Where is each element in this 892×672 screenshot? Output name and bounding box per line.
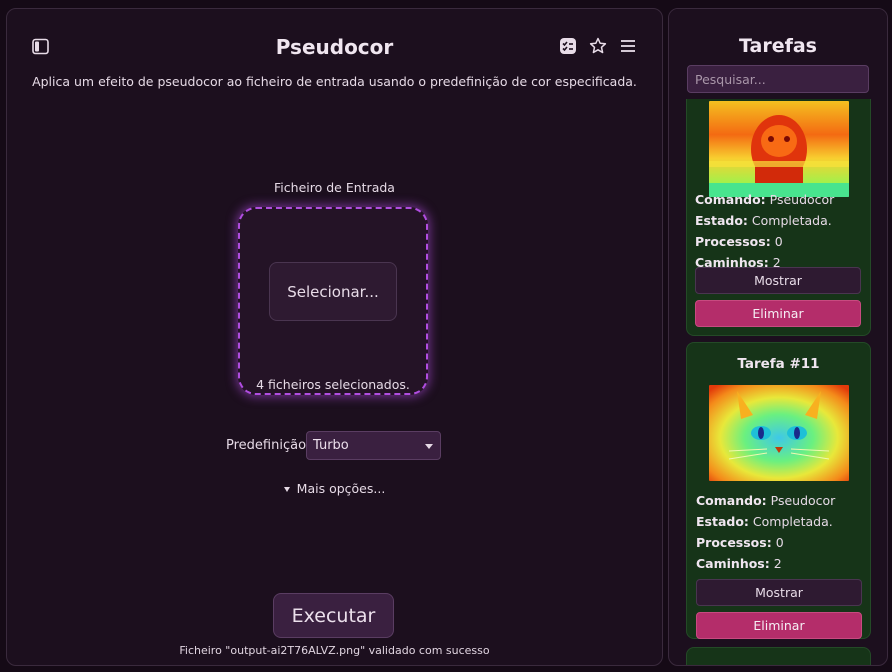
- task-processes: Processos: 0: [696, 535, 784, 550]
- more-options-toggle[interactable]: Mais opções...: [6, 481, 663, 496]
- task-card: [686, 647, 871, 665]
- page-description: Aplica um efeito de pseudocor ao ficheir…: [32, 74, 637, 89]
- run-button[interactable]: Executar: [273, 593, 394, 638]
- sidebar-title-overlay: Tarefas: [739, 35, 817, 57]
- task-processes: Processos: 0: [695, 234, 783, 249]
- preset-select[interactable]: Turbo: [306, 431, 441, 460]
- task-command: Comando: Pseudocor: [696, 493, 836, 508]
- show-task-button[interactable]: Mostrar: [696, 579, 862, 606]
- task-command: Comando: Pseudocor: [695, 192, 835, 207]
- files-selected-text: 4 ficheiros selecionados.: [256, 377, 410, 392]
- input-file-label: Ficheiro de Entrada: [274, 180, 395, 195]
- task-paths: Caminhos: 2: [696, 556, 782, 571]
- menu-button[interactable]: [617, 35, 639, 57]
- delete-task-button[interactable]: Eliminar: [696, 612, 862, 639]
- task-title: Tarefa #11: [737, 356, 820, 372]
- preset-label: Predefinição: [226, 438, 307, 453]
- more-options-label: Mais opções...: [296, 481, 386, 496]
- search-field[interactable]: [687, 65, 869, 93]
- tasks-sidebar: Tarefas Comando: Pseudocor: [668, 8, 888, 666]
- select-files-button[interactable]: Selecionar...: [269, 262, 397, 321]
- task-thumbnail: [709, 385, 849, 481]
- show-task-button[interactable]: Mostrar: [695, 267, 861, 294]
- preset-value: Turbo: [313, 438, 349, 453]
- task-card-content: Comando: Pseudocor Estado: Completada. P…: [686, 59, 871, 336]
- delete-task-button[interactable]: Eliminar: [695, 300, 861, 327]
- task-state: Estado: Completada.: [695, 213, 832, 228]
- disclosure-triangle-icon: [283, 487, 290, 492]
- chevron-down-icon: [425, 444, 433, 449]
- star-icon: [589, 37, 607, 54]
- tasks-button[interactable]: [557, 35, 579, 57]
- menu-icon: [621, 40, 635, 52]
- status-message: Ficheiro "output-ai2T76ALVZ.png" validad…: [179, 644, 490, 657]
- task-card: Tarefa #11 Comando: Pseudocor Estado: Co…: [686, 342, 871, 639]
- task-state: Estado: Completada.: [696, 514, 833, 529]
- favorite-button[interactable]: [587, 35, 609, 57]
- tasks-icon: [560, 38, 576, 54]
